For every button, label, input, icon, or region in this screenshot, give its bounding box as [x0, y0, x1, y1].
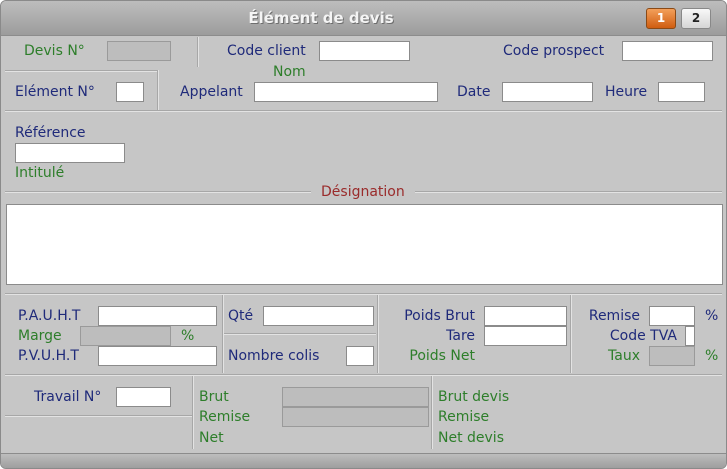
net-label: Net	[199, 430, 224, 446]
pauht-input[interactable]	[98, 306, 217, 326]
devis-no-label: Devis N°	[24, 43, 85, 59]
designation-textarea[interactable]	[6, 204, 723, 285]
title-bar: Élément de devis 1 2	[1, 1, 726, 36]
divider	[5, 374, 722, 376]
element-no-label: Elément N°	[15, 84, 95, 100]
appelant-label: Appelant	[180, 84, 243, 100]
page-1-button[interactable]: 1	[646, 8, 676, 29]
divider	[192, 376, 194, 449]
brut-field	[282, 387, 429, 407]
poids-net-label: Poids Net	[409, 348, 475, 364]
code-client-label: Code client	[227, 43, 306, 59]
divider	[224, 333, 376, 335]
element-devis-window: Élément de devis 1 2 Devis N° Code clien…	[0, 0, 727, 469]
divider	[5, 191, 311, 193]
heure-input[interactable]	[658, 82, 705, 102]
brut-devis-label: Brut devis	[438, 389, 510, 405]
nombre-colis-label: Nombre colis	[228, 348, 320, 364]
pauht-label: P.A.U.H.T	[18, 308, 81, 324]
remise-unit: %	[705, 308, 719, 324]
element-no-input[interactable]	[116, 82, 144, 102]
heure-label: Heure	[605, 84, 648, 100]
pvuht-input[interactable]	[98, 346, 217, 366]
window-title: Élément de devis	[248, 9, 394, 27]
remise-label: Remise	[588, 308, 640, 324]
nom-label: Nom	[273, 64, 306, 80]
taux-label: Taux	[608, 348, 640, 364]
reference-input[interactable]	[15, 143, 125, 163]
bottom-bar	[1, 453, 726, 468]
taux-unit: %	[705, 348, 719, 364]
divider	[377, 295, 379, 373]
divider	[197, 37, 199, 67]
appelant-input[interactable]	[254, 82, 438, 102]
divider	[570, 295, 572, 373]
divider	[5, 70, 157, 72]
travail-no-input[interactable]	[116, 387, 171, 407]
remise-total-field	[282, 407, 429, 427]
remise-devis-label: Remise	[438, 409, 490, 425]
tare-input[interactable]	[484, 326, 567, 346]
taux-field	[649, 346, 695, 366]
code-tva-label: Code TVA	[609, 328, 677, 344]
poids-brut-label: Poids Brut	[404, 308, 475, 324]
code-prospect-input[interactable]	[622, 41, 713, 61]
divider	[431, 376, 433, 449]
poids-brut-input[interactable]	[484, 306, 567, 326]
intitule-label: Intitulé	[15, 165, 65, 181]
reference-label: Référence	[15, 125, 86, 141]
code-client-input[interactable]	[319, 41, 410, 61]
divider	[157, 70, 159, 110]
page-2-button[interactable]: 2	[681, 8, 711, 29]
brut-label: Brut	[199, 389, 229, 405]
devis-no-field	[107, 41, 171, 61]
tare-label: Tare	[446, 328, 475, 344]
date-input[interactable]	[502, 82, 593, 102]
remise-input[interactable]	[649, 306, 695, 326]
code-tva-input[interactable]	[685, 326, 695, 346]
marge-label: Marge	[18, 328, 62, 344]
net-devis-label: Net devis	[438, 430, 504, 446]
divider	[5, 415, 192, 417]
qte-input[interactable]	[263, 306, 374, 326]
pvuht-label: P.V.U.H.T	[18, 348, 79, 364]
remise-total-label: Remise	[199, 409, 251, 425]
date-label: Date	[457, 84, 491, 100]
divider	[5, 293, 722, 295]
nombre-colis-input[interactable]	[346, 346, 374, 366]
marge-field	[80, 326, 171, 346]
designation-label: Désignation	[321, 184, 405, 200]
marge-unit: %	[181, 328, 195, 344]
qte-label: Qté	[228, 308, 254, 324]
divider	[5, 110, 722, 112]
travail-no-label: Travail N°	[34, 389, 102, 405]
divider	[415, 191, 722, 193]
code-prospect-label: Code prospect	[503, 43, 605, 59]
